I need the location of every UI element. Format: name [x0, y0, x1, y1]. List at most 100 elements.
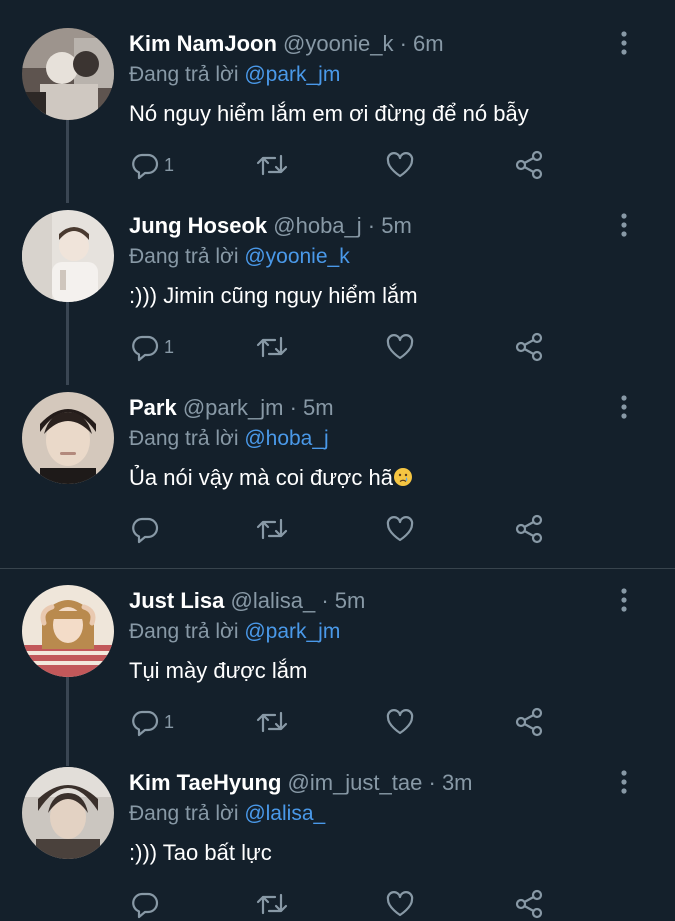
retweet-button[interactable]: [255, 705, 289, 739]
share-button[interactable]: [514, 887, 544, 921]
timestamp[interactable]: 5m: [335, 588, 366, 613]
tweet-text: :))) Tao bất lực: [129, 840, 272, 865]
tweet-actions: 1: [0, 705, 675, 739]
reply-button[interactable]: [130, 887, 160, 921]
avatar[interactable]: [22, 28, 114, 120]
replying-to: Đang trả lời @park_jm: [129, 61, 340, 89]
reply-button[interactable]: 1: [130, 705, 174, 739]
timestamp[interactable]: 6m: [413, 31, 444, 56]
more-icon[interactable]: [618, 394, 630, 420]
retweet-button[interactable]: [255, 330, 289, 364]
reply-count: 1: [164, 336, 175, 357]
username[interactable]: @hoba_j: [273, 213, 361, 238]
display-name[interactable]: Kim TaeHyung: [129, 770, 281, 795]
like-button[interactable]: [385, 887, 415, 921]
retweet-icon: [256, 154, 288, 176]
reply-button[interactable]: [130, 512, 160, 546]
reply-icon: [132, 710, 159, 737]
timestamp[interactable]: 5m: [303, 395, 334, 420]
replying-to: Đang trả lời @yoonie_k: [129, 243, 350, 271]
reply-icon: [132, 335, 159, 362]
reply-button[interactable]: 1: [130, 330, 174, 364]
display-name[interactable]: Kim NamJoon: [129, 31, 277, 56]
share-icon: [515, 150, 543, 180]
replying-to-label: Đang trả lời: [129, 620, 239, 643]
timestamp[interactable]: 3m: [442, 770, 473, 795]
share-button[interactable]: [514, 148, 544, 182]
more-icon[interactable]: [618, 30, 630, 56]
share-icon: [515, 889, 543, 919]
retweet-button[interactable]: [255, 148, 289, 182]
tweet-header: Just Lisa @lalisa_ · 5m: [129, 587, 365, 615]
tweet-text: :))) Jimin cũng nguy hiểm lắm: [129, 283, 418, 308]
more-icon[interactable]: [618, 769, 630, 795]
avatar[interactable]: [22, 585, 114, 677]
tweet-actions: [0, 512, 675, 546]
username[interactable]: @im_just_tae: [288, 770, 423, 795]
like-button[interactable]: [385, 148, 415, 182]
tweet[interactable]: Park @park_jm · 5m Đang trả lời @hoba_j …: [0, 392, 675, 562]
tweet[interactable]: Kim NamJoon @yoonie_k · 6m Đang trả lời …: [0, 28, 675, 180]
more-icon[interactable]: [618, 212, 630, 238]
separator-dot: ·: [428, 770, 436, 795]
conversation-separator: [0, 568, 675, 569]
mention-link[interactable]: @park_jm: [244, 620, 340, 643]
retweet-button[interactable]: [255, 887, 289, 921]
timestamp[interactable]: 5m: [381, 213, 412, 238]
mention-link[interactable]: @yoonie_k: [244, 245, 349, 268]
more-icon[interactable]: [618, 587, 630, 613]
reply-button[interactable]: 1: [130, 148, 174, 182]
like-icon: [386, 334, 414, 360]
share-icon: [515, 332, 543, 362]
share-icon: [515, 707, 543, 737]
tweet-text: Ủa nói vậy mà coi được hã: [129, 465, 393, 490]
reply-count: 1: [164, 154, 175, 175]
username[interactable]: @lalisa_: [231, 588, 316, 613]
tweet[interactable]: Jung Hoseok @hoba_j · 5m Đang trả lời @y…: [0, 210, 675, 362]
reply-icon: [132, 517, 159, 544]
avatar[interactable]: [22, 767, 114, 859]
like-button[interactable]: [385, 512, 415, 546]
tweet[interactable]: Just Lisa @lalisa_ · 5m Đang trả lời @pa…: [0, 585, 675, 737]
separator-dot: ·: [367, 213, 376, 238]
display-name[interactable]: Just Lisa: [129, 588, 224, 613]
like-icon: [386, 516, 414, 542]
replying-to: Đang trả lời @park_jm: [129, 618, 340, 646]
share-button[interactable]: [514, 512, 544, 546]
mention-link[interactable]: @hoba_j: [244, 427, 328, 450]
tweet-header: Jung Hoseok @hoba_j · 5m: [129, 212, 412, 240]
tweet[interactable]: Kim TaeHyung @im_just_tae · 3m Đang trả …: [0, 767, 675, 919]
tweet-header: Kim TaeHyung @im_just_tae · 3m: [129, 769, 473, 797]
display-name[interactable]: Jung Hoseok: [129, 213, 267, 238]
crying-face-icon: [393, 468, 412, 486]
retweet-icon: [256, 518, 288, 540]
avatar[interactable]: [22, 392, 114, 484]
username[interactable]: @yoonie_k: [283, 31, 393, 56]
username[interactable]: @park_jm: [183, 395, 284, 420]
retweet-button[interactable]: [255, 512, 289, 546]
reply-count: 1: [164, 711, 175, 732]
share-icon: [515, 514, 543, 544]
display-name[interactable]: Park: [129, 395, 177, 420]
mention-link[interactable]: @park_jm: [244, 63, 340, 86]
share-button[interactable]: [514, 705, 544, 739]
like-icon: [386, 709, 414, 735]
tweet-text: Tụi mày được lắm: [129, 658, 308, 683]
tweet-actions: 1: [0, 148, 675, 182]
retweet-icon: [256, 336, 288, 358]
avatar[interactable]: [22, 210, 114, 302]
mention-link[interactable]: @lalisa_: [244, 802, 325, 825]
like-button[interactable]: [385, 330, 415, 364]
like-icon: [386, 891, 414, 917]
like-icon: [386, 152, 414, 178]
share-button[interactable]: [514, 330, 544, 364]
replying-to: Đang trả lời @lalisa_: [129, 800, 325, 828]
separator-dot: ·: [321, 588, 329, 613]
tweet-actions: 1: [0, 330, 675, 364]
reply-icon: [132, 153, 159, 180]
like-button[interactable]: [385, 705, 415, 739]
replying-to-label: Đang trả lời: [129, 63, 239, 86]
tweet-actions: [0, 887, 675, 921]
retweet-icon: [256, 893, 288, 915]
replying-to-label: Đang trả lời: [129, 427, 239, 450]
